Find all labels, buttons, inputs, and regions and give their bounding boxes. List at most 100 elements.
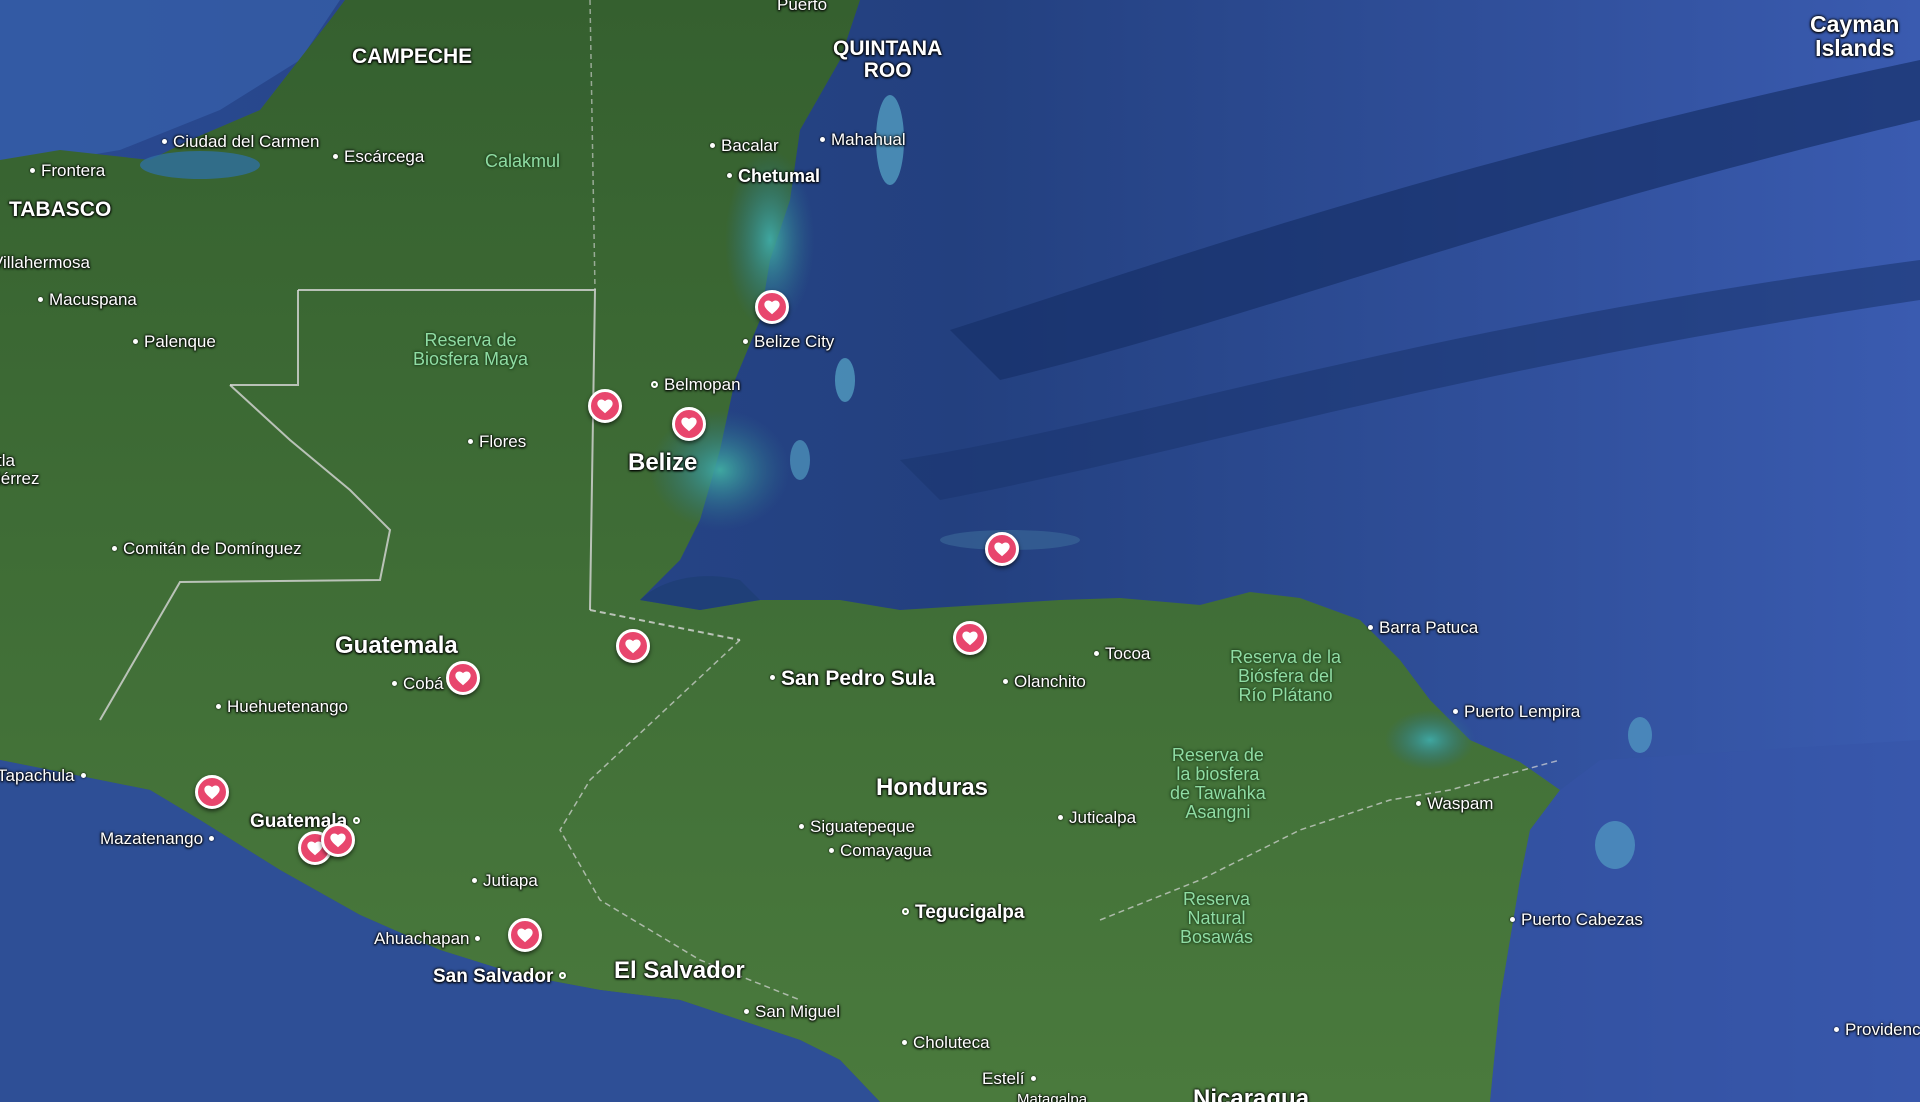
label-olanchito: Olanchito (1003, 673, 1086, 691)
heart-marker-icon[interactable] (508, 918, 542, 952)
city-dot (902, 1039, 907, 1045)
label-belmopan: Belmopan (651, 376, 741, 394)
label-villahermosa: Villahermosa (0, 253, 90, 272)
city-dot (468, 438, 473, 444)
city-dot (38, 296, 43, 302)
city-dot (1834, 1026, 1839, 1032)
city-dot (333, 153, 338, 159)
label-san-pedro-sula: San Pedro Sula (770, 667, 935, 690)
city-dot (216, 703, 221, 709)
capital-dot (902, 907, 909, 915)
label-el-salvador: El Salvador (614, 957, 745, 984)
city-dot (475, 935, 481, 941)
heart-icon (681, 417, 697, 432)
city-dot (1416, 800, 1421, 806)
label-mazatenango: Mazatenango (100, 830, 215, 848)
city-dot (1030, 1075, 1036, 1081)
label-nicaragua: Nicaragua (1193, 1085, 1310, 1102)
label-tapachula: Tapachula (0, 767, 86, 785)
capital-dot (353, 816, 361, 824)
heart-icon (764, 300, 780, 315)
city-dot (744, 1008, 749, 1014)
label-flores: Flores (468, 433, 526, 451)
label-ciudad-del-carmen: Ciudad del Carmen (162, 133, 319, 151)
satellite-map[interactable]: CAMPECHE QUINTANA ROO Puerto Cayman Isla… (0, 0, 1920, 1102)
city-dot (770, 675, 775, 681)
heart-icon (517, 928, 533, 943)
label-comayagua: Comayagua (829, 842, 932, 860)
capital-dot (651, 380, 658, 388)
label-choluteca: Choluteca (902, 1034, 990, 1052)
label-matagalpa: Matagalpa (1017, 1091, 1088, 1102)
heart-icon (204, 785, 220, 800)
label-puerto: Puerto (777, 0, 828, 14)
label-coban: Cobá (392, 675, 444, 693)
label-huehuetenango: Huehuetenango (216, 698, 348, 716)
label-juticalpa: Juticalpa (1058, 809, 1136, 827)
heart-icon (330, 833, 346, 848)
city-dot (1094, 650, 1099, 656)
heart-marker-icon[interactable] (588, 389, 622, 423)
label-rio-platano: Reserva de la Biósfera del Río Plátano (1230, 647, 1342, 705)
heart-marker-icon[interactable] (672, 407, 706, 441)
label-waspam: Waspam (1416, 795, 1493, 813)
label-calakmul: Calakmul (485, 151, 561, 171)
label-ahuachapan: Ahuachapan (374, 930, 481, 948)
heart-icon (625, 639, 641, 654)
label-siguatepeque: Siguatepeque (799, 818, 915, 836)
capital-dot (559, 971, 567, 979)
label-san-miguel: San Miguel (744, 1003, 840, 1021)
label-belize: Belize (628, 449, 698, 476)
city-dot (829, 847, 834, 853)
city-dot (799, 823, 804, 829)
heart-marker-icon[interactable] (953, 621, 987, 655)
heart-icon (994, 542, 1010, 557)
heart-marker-icon[interactable] (985, 532, 1019, 566)
city-dot (1453, 708, 1458, 714)
city-dot (472, 877, 477, 883)
label-reserva-maya: Reserva de Biosfera Maya (413, 330, 529, 369)
city-dot (743, 338, 748, 344)
heart-marker-icon[interactable] (755, 290, 789, 324)
label-bosawas: Reserva Natural Bosawás (1180, 889, 1254, 947)
city-dot (133, 338, 138, 344)
label-puerto-cabezas: Puerto Cabezas (1510, 911, 1643, 929)
label-esteli: Estelí (982, 1070, 1036, 1088)
city-dot (820, 136, 825, 142)
label-palenque: Palenque (133, 333, 216, 351)
label-bacalar: Bacalar (710, 137, 779, 155)
label-cayman-islands: Cayman Islands (1810, 11, 1900, 62)
city-dot (162, 138, 167, 144)
label-providencia: Providenc (1834, 1021, 1920, 1039)
city-dot (710, 142, 715, 148)
label-jutiapa: Jutiapa (472, 872, 538, 890)
label-puerto-lempira: Puerto Lempira (1453, 703, 1580, 721)
heart-marker-icon[interactable] (195, 775, 229, 809)
label-honduras: Honduras (876, 774, 989, 801)
label-san-salvador: San Salvador (433, 967, 567, 987)
heart-marker-icon[interactable] (446, 661, 480, 695)
label-macuspana: Macuspana (38, 291, 137, 309)
city-dot (80, 772, 86, 778)
label-tla-gutierrez: tla iérrez (0, 451, 40, 488)
label-campeche: CAMPECHE (352, 45, 473, 68)
label-tawahka: Reserva de la biosfera de Tawahka Asangn… (1170, 745, 1266, 822)
label-comitan: Comitán de Domínguez (112, 540, 302, 558)
city-dot (1058, 814, 1063, 820)
label-tocoa: Tocoa (1094, 645, 1150, 663)
heart-icon (455, 671, 471, 686)
city-dot (112, 545, 117, 551)
heart-marker-icon[interactable] (616, 629, 650, 663)
city-dot (727, 173, 732, 179)
label-tegucigalpa: Tegucigalpa (902, 903, 1024, 923)
heart-icon (962, 631, 978, 646)
label-guatemala-country: Guatemala (335, 632, 458, 659)
label-quintana-roo: QUINTANA ROO (833, 37, 943, 83)
label-mahahual: Mahahual (820, 131, 906, 149)
label-frontera: Frontera (30, 162, 105, 180)
city-dot (1510, 916, 1515, 922)
heart-icon (597, 399, 613, 414)
city-dot (392, 680, 397, 686)
heart-marker-icon[interactable] (321, 823, 355, 857)
label-barra-patuca: Barra Patuca (1368, 619, 1478, 637)
